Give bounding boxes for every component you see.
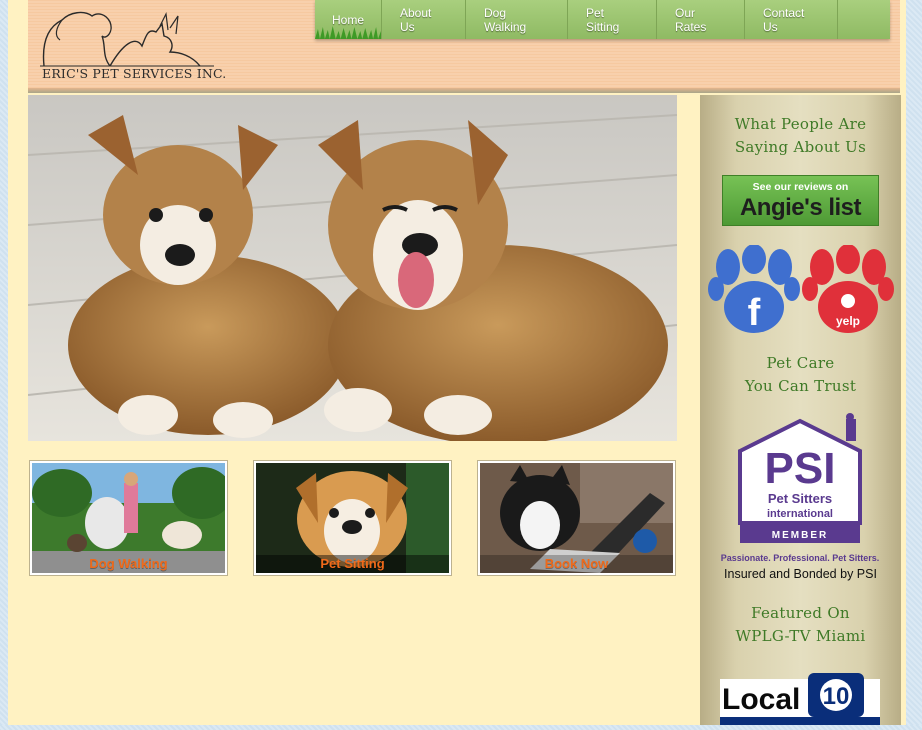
- nav-spacer: [838, 0, 890, 39]
- facebook-paw-link[interactable]: f: [708, 244, 800, 335]
- local10-number: 10: [823, 683, 850, 710]
- nav-home[interactable]: Home: [315, 0, 382, 39]
- facebook-paw-icon: f: [708, 244, 800, 334]
- local10-text: Local: [722, 683, 800, 716]
- grass-icon: [315, 26, 381, 39]
- trust-heading-line2: You Can Trust: [744, 377, 857, 395]
- featured-heading-line2: WPLG-TV Miami: [735, 627, 866, 645]
- nav-about-us-label: About Us: [400, 5, 432, 34]
- yelp-paw-link[interactable]: yelp: [802, 244, 894, 335]
- thumbnail-book-now[interactable]: Book Now: [477, 460, 676, 576]
- thumbnail-dog-walking[interactable]: Dog Walking: [29, 460, 228, 576]
- dog-cat-logo-icon: [40, 11, 214, 67]
- angies-list-top-text: See our reviews on: [752, 181, 849, 193]
- site-logo[interactable]: ERIC'S PET SERVICES INC.: [40, 6, 226, 82]
- nav-dog-walking[interactable]: Dog Walking: [466, 0, 568, 39]
- testimonials-heading: What People Are Saying About Us: [700, 113, 901, 159]
- local10-logo-icon: Local 10: [720, 673, 880, 725]
- psi-member-text: MEMBER: [772, 530, 828, 541]
- nav-pet-sitting[interactable]: Pet Sitting: [568, 0, 657, 39]
- yelp-label: yelp: [836, 314, 860, 328]
- sidebar: What People Are Saying About Us See our …: [700, 95, 901, 725]
- nav-about-us[interactable]: About Us: [382, 0, 466, 39]
- thumbnail-dog-walking-label: Dog Walking: [89, 556, 168, 571]
- logo-text: ERIC'S PET SERVICES INC.: [42, 66, 227, 81]
- thumbnail-pet-sitting[interactable]: Pet Sitting: [253, 460, 452, 576]
- thumbnail-book-now-label: Book Now: [544, 556, 609, 571]
- psi-tagline: Passionate. Professional. Pet Sitters.: [720, 553, 880, 563]
- featured-heading-line1: Featured On: [751, 604, 850, 622]
- yelp-paw-icon: yelp: [802, 244, 894, 333]
- psi-name-line1: Pet Sitters: [768, 491, 832, 506]
- site-header: ERIC'S PET SERVICES INC. Home About Us D…: [28, 0, 900, 88]
- psi-name-line2: international: [767, 508, 833, 520]
- nav-our-rates-label: Our Rates: [675, 5, 707, 34]
- psi-house-icon: PSI Pet Sitters international MEMBER: [738, 413, 862, 543]
- nav-contact-us[interactable]: Contact Us: [745, 0, 838, 39]
- page-container: ERIC'S PET SERVICES INC. Home About Us D…: [8, 0, 906, 725]
- psi-insured-text: Insured and Bonded by PSI: [724, 567, 877, 581]
- local10-logo[interactable]: Local 10: [720, 673, 880, 725]
- main-nav: Home About Us Dog Walking Pet Sitting Ou…: [315, 0, 890, 39]
- trust-heading: Pet Care You Can Trust: [700, 352, 901, 398]
- angies-list-badge[interactable]: See our reviews on Angie's list: [722, 175, 879, 226]
- testimonials-heading-line1: What People Are: [734, 115, 867, 133]
- testimonials-heading-line2: Saying About Us: [734, 138, 867, 156]
- header-divider: [28, 88, 900, 93]
- nav-contact-us-label: Contact Us: [763, 5, 805, 34]
- psi-member-badge[interactable]: PSI Pet Sitters international MEMBER Pas…: [720, 413, 884, 583]
- thumbnail-pet-sitting-label: Pet Sitting: [320, 556, 385, 571]
- trust-heading-line1: Pet Care: [766, 354, 835, 372]
- nav-dog-walking-label: Dog Walking: [484, 5, 527, 34]
- facebook-label: f: [748, 292, 761, 334]
- angies-list-logo-text: Angie's list: [739, 194, 862, 221]
- puppies-photo-icon: [28, 95, 677, 441]
- nav-pet-sitting-label: Pet Sitting: [586, 5, 620, 34]
- psi-letters: PSI: [765, 444, 836, 493]
- nav-our-rates[interactable]: Our Rates: [657, 0, 745, 39]
- hero-image-puppies: [28, 95, 677, 441]
- featured-heading: Featured On WPLG-TV Miami: [700, 602, 901, 648]
